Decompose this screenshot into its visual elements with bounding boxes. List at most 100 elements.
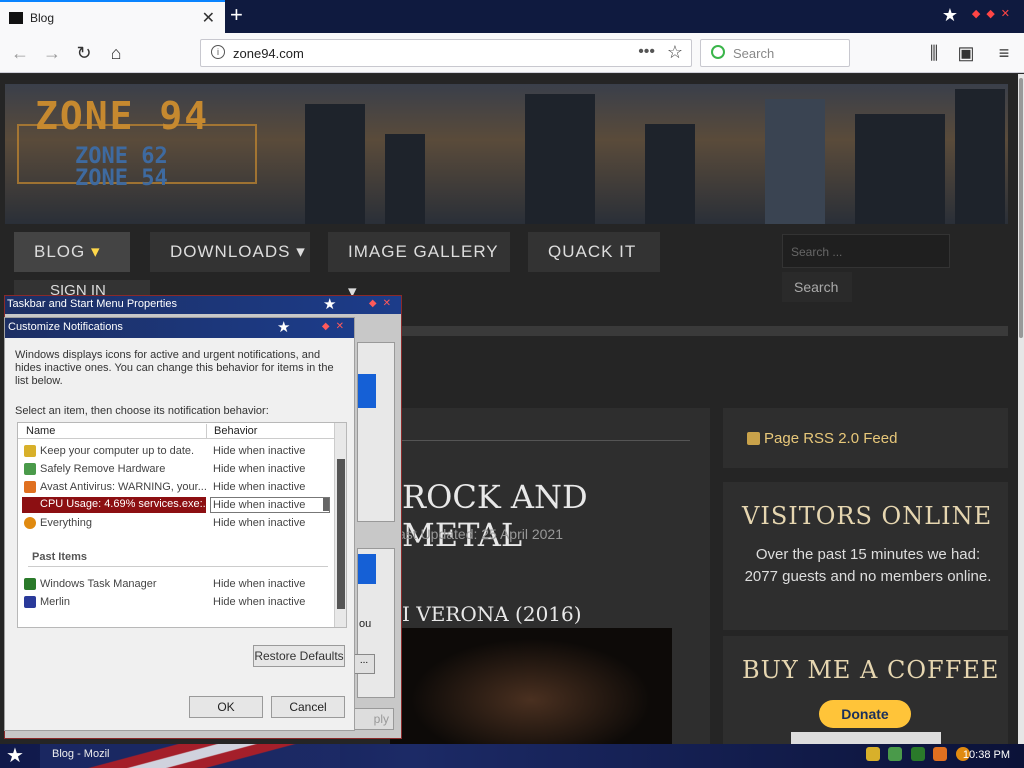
logo-subtitle-2: ZONE 54 xyxy=(75,166,168,191)
rss-link[interactable]: Page RSS 2.0 Feed xyxy=(764,430,897,447)
behavior-dropdown[interactable]: Hide when inactive xyxy=(210,497,330,513)
item-name: Everything xyxy=(40,517,92,529)
search-icon xyxy=(24,517,36,529)
url-bar[interactable]: i zone94.com ••• ☆ xyxy=(200,39,692,67)
column-behavior[interactable]: Behavior xyxy=(214,425,257,437)
back-arrow-icon[interactable]: ← xyxy=(8,41,32,65)
nav-image-gallery[interactable]: IMAGE GALLERY ▾ xyxy=(328,232,510,301)
item-name: CPU Usage: 4.69% services.exe:... xyxy=(22,497,212,513)
window-controls[interactable]: ◆◆✕ xyxy=(972,7,1016,20)
library-icon[interactable]: ⫼ xyxy=(922,41,946,65)
tab-close-icon[interactable]: ✕ xyxy=(202,8,215,28)
item-name: Safely Remove Hardware xyxy=(40,463,166,475)
reload-icon[interactable]: ↻ xyxy=(72,41,96,65)
payment-cards-icon xyxy=(791,732,941,744)
list-item[interactable]: Everything Hide when inactive xyxy=(18,514,334,532)
donate-button[interactable]: Donate xyxy=(819,700,911,728)
star-icon: ★ xyxy=(323,296,337,313)
tab-blog[interactable]: Blog ✕ xyxy=(0,0,225,33)
item-behavior: Hide when inactive xyxy=(213,596,306,608)
bookmark-star-icon[interactable]: ☆ xyxy=(667,42,683,63)
page-actions-icon[interactable]: ••• xyxy=(638,43,655,61)
usb-icon[interactable] xyxy=(888,747,903,761)
coffee-box: BUY ME A COFFEE Donate xyxy=(723,636,1008,744)
nav-quack-it-label: QUACK IT xyxy=(548,242,637,261)
shield-icon xyxy=(24,445,36,457)
nav-blog-label: BLOG xyxy=(34,242,86,261)
list-item[interactable]: Keep your computer up to date. Hide when… xyxy=(18,442,334,460)
list-item-selected[interactable]: CPU Usage: 4.69% services.exe:... Hide w… xyxy=(18,496,334,514)
nav-quack-it[interactable]: QUACK IT xyxy=(528,232,660,272)
site-search-input[interactable]: Search ... xyxy=(782,234,950,268)
item-behavior: Hide when inactive xyxy=(213,481,306,493)
preview-bar xyxy=(358,374,376,408)
url-text: zone94.com xyxy=(233,46,304,61)
browser-tab-bar: Blog ✕ + ★ ◆◆✕ xyxy=(0,0,1024,33)
site-search-button[interactable]: Search xyxy=(782,272,852,302)
page-title: ROCK AND METAL xyxy=(402,478,588,554)
restore-defaults-button[interactable]: Restore Defaults xyxy=(253,645,345,667)
post-title[interactable]: I VERONA (2016) xyxy=(402,602,582,626)
forward-arrow-icon[interactable]: → xyxy=(40,41,64,65)
sidebar-icon[interactable]: ▣ xyxy=(954,41,978,65)
site-favicon-icon xyxy=(9,12,23,24)
nav-downloads[interactable]: DOWNLOADS ▾ xyxy=(150,232,310,272)
browser-nav-bar: ← → ↻ ⌂ i zone94.com ••• ☆ Search ⫼ ▣ ≡ xyxy=(0,33,1024,73)
usb-icon xyxy=(24,463,36,475)
menu-hamburger-icon[interactable]: ≡ xyxy=(992,41,1016,65)
list-header: Name Behavior xyxy=(18,423,334,439)
shield-icon[interactable] xyxy=(866,747,880,761)
divider xyxy=(400,440,690,441)
site-logo[interactable]: ZONE 94 xyxy=(35,94,209,138)
scrollbar-thumb[interactable] xyxy=(1019,78,1023,338)
ok-button[interactable]: OK xyxy=(189,696,263,718)
home-icon[interactable]: ⌂ xyxy=(104,41,128,65)
chevron-down-icon: ▾ xyxy=(90,242,101,261)
star-icon: ★ xyxy=(277,319,291,336)
dialog-window-controls[interactable]: ◆✕ xyxy=(369,298,397,309)
list-item[interactable]: Avast Antivirus: WARNING, your... Hide w… xyxy=(18,478,334,496)
list-item[interactable]: Safely Remove Hardware Hide when inactiv… xyxy=(18,460,334,478)
visitors-title: VISITORS ONLINE xyxy=(742,502,993,530)
page-scrollbar[interactable] xyxy=(1018,74,1024,744)
start-button[interactable]: ★ xyxy=(6,745,24,767)
clock[interactable]: 10:38 PM xyxy=(963,749,1010,761)
scrollbar-thumb[interactable] xyxy=(337,459,345,609)
list-item[interactable]: Windows Task Manager Hide when inactive xyxy=(18,575,334,593)
last-updated-text: ast Updated: 25 April 2021 xyxy=(398,526,564,542)
apply-button[interactable]: ply xyxy=(352,708,394,730)
rss-icon xyxy=(747,432,760,445)
taskmanager-icon[interactable] xyxy=(910,747,925,761)
item-behavior: Hide when inactive xyxy=(213,463,306,475)
merlin-icon xyxy=(24,596,36,608)
taskbar-item-browser[interactable]: Blog - Mozil xyxy=(52,748,109,760)
main-content: ROCK AND METAL ast Updated: 25 April 202… xyxy=(390,408,710,744)
column-name[interactable]: Name xyxy=(26,425,55,437)
cancel-button[interactable]: Cancel xyxy=(271,696,345,718)
avast-icon[interactable] xyxy=(933,747,948,761)
site-main-nav: BLOG ▾ DOWNLOADS ▾ IMAGE GALLERY ▾ QUACK… xyxy=(14,232,664,301)
dropdown-arrow-icon[interactable] xyxy=(323,498,329,511)
dialog-description: Windows displays icons for active and ur… xyxy=(15,349,334,387)
browser-search-input[interactable]: Search xyxy=(700,39,850,67)
list-scrollbar[interactable] xyxy=(334,423,346,627)
site-banner: ZONE 94 ZONE 62 ZONE 54 xyxy=(5,84,1008,224)
browser-search-placeholder: Search xyxy=(733,46,775,61)
item-name: Merlin xyxy=(40,596,70,608)
dialog-window-controls[interactable]: ◆✕ xyxy=(322,321,350,332)
preview-bar xyxy=(358,554,376,584)
customize-notifications-dialog: Customize Notifications ★ ◆✕ Windows dis… xyxy=(4,317,355,731)
post-image[interactable] xyxy=(390,628,672,744)
search-engine-icon xyxy=(711,45,725,59)
notification-list[interactable]: Name Behavior Keep your computer up to d… xyxy=(17,422,347,628)
list-item[interactable]: Merlin Hide when inactive xyxy=(18,593,334,611)
site-info-icon[interactable]: i xyxy=(211,45,225,59)
item-name: Avast Antivirus: WARNING, your... xyxy=(40,481,207,493)
visitors-text: Over the past 15 minutes we had: 2077 gu… xyxy=(744,546,992,585)
dialog-titlebar[interactable]: Taskbar and Start Menu Properties ★ ◆✕ xyxy=(5,296,401,314)
new-tab-button[interactable]: + xyxy=(230,3,243,27)
past-items-heading: Past Items xyxy=(32,551,88,563)
dialog-titlebar[interactable]: Customize Notifications ★ ◆✕ xyxy=(5,318,354,338)
browse-button[interactable]: ... xyxy=(353,654,375,674)
nav-blog[interactable]: BLOG ▾ xyxy=(14,232,130,272)
